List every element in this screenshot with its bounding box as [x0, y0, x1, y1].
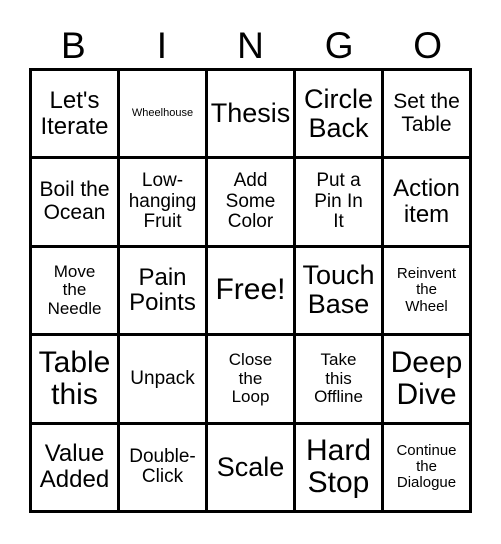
bingo-cell[interactable]: Thesis: [208, 71, 296, 160]
bingo-card: B I N G O Let's Iterate Wheelhouse Thesis C…: [0, 0, 501, 544]
bingo-cell-label: Move the Needle: [47, 261, 102, 318]
bingo-cell[interactable]: Table this: [32, 336, 120, 425]
bingo-cell[interactable]: Close the Loop: [208, 336, 296, 425]
bingo-cell-label: Value Added: [39, 440, 110, 494]
bingo-cell[interactable]: Action item: [384, 159, 472, 248]
bingo-cell[interactable]: Pain Points: [120, 247, 208, 337]
bingo-cell[interactable]: Let's Iterate: [32, 71, 120, 160]
bingo-cell[interactable]: Circle Back: [296, 71, 384, 160]
bingo-cell-label: Put a Pin In It: [314, 170, 363, 233]
bingo-cell[interactable]: Value Added: [32, 424, 120, 513]
bingo-grid: Let's Iterate Wheelhouse Thesis Circle Back…: [29, 68, 472, 513]
bingo-cell-label: Free!: [215, 273, 286, 307]
bingo-cell-label: Take this Offline: [314, 350, 363, 407]
bingo-cell[interactable]: Double- Click: [120, 424, 208, 513]
header-letter-i: I: [156, 24, 168, 66]
bingo-cell-label: Scale: [216, 451, 285, 482]
bingo-cell[interactable]: Take this Offline: [296, 336, 384, 425]
bingo-cell[interactable]: Continue the Dialogue: [384, 424, 472, 513]
bingo-cell[interactable]: Unpack: [120, 336, 208, 425]
bingo-cell-free[interactable]: Free!: [208, 247, 296, 337]
bingo-cell-label: Deep Dive: [390, 345, 463, 411]
header-letter-o: O: [413, 24, 443, 66]
bingo-cell-label: Table this: [38, 345, 111, 411]
bingo-cell-label: Close the Loop: [228, 350, 273, 407]
bingo-cell[interactable]: Deep Dive: [384, 336, 472, 425]
bingo-cell-label: Add Some Color: [225, 170, 276, 233]
bingo-cell-label: Set the Table: [393, 90, 460, 136]
bingo-cell-label: Boil the Ocean: [39, 178, 110, 225]
bingo-cell[interactable]: Hard Stop: [296, 424, 384, 513]
bingo-cell-label: Pain Points: [129, 263, 196, 317]
bingo-cell[interactable]: Add Some Color: [208, 159, 296, 248]
bingo-cell[interactable]: Move the Needle: [32, 247, 120, 337]
bingo-cell[interactable]: Wheelhouse: [120, 71, 208, 160]
bingo-cell-label: Thesis: [210, 98, 291, 129]
bingo-cell-label: Wheelhouse: [131, 106, 194, 119]
header-letter-g: G: [324, 24, 354, 66]
bingo-cell[interactable]: Low- hanging Fruit: [120, 159, 208, 248]
bingo-cell-label: Hard Stop: [305, 433, 372, 500]
bingo-cell[interactable]: Set the Table: [384, 71, 472, 160]
header-letter-n: N: [237, 24, 264, 66]
bingo-cell[interactable]: Reinvent the Wheel: [384, 247, 472, 337]
bingo-cell-label: Touch Base: [302, 260, 375, 320]
bingo-header-row: B I N G O: [29, 22, 472, 68]
bingo-cell[interactable]: Boil the Ocean: [32, 159, 120, 248]
bingo-cell-label: Reinvent the Wheel: [396, 265, 457, 315]
bingo-cell-label: Double- Click: [129, 445, 196, 488]
bingo-cell-label: Action item: [393, 175, 460, 229]
bingo-cell[interactable]: Put a Pin In It: [296, 159, 384, 248]
bingo-cell-label: Unpack: [130, 367, 195, 389]
bingo-cell[interactable]: Scale: [208, 424, 296, 513]
header-letter-b: B: [60, 24, 86, 66]
bingo-cell-label: Circle Back: [303, 83, 373, 143]
bingo-cell[interactable]: Touch Base: [296, 247, 384, 337]
bingo-cell-label: Let's Iterate: [40, 86, 109, 140]
bingo-cell-label: Low- hanging Fruit: [128, 170, 197, 233]
bingo-cell-label: Continue the Dialogue: [396, 442, 457, 492]
